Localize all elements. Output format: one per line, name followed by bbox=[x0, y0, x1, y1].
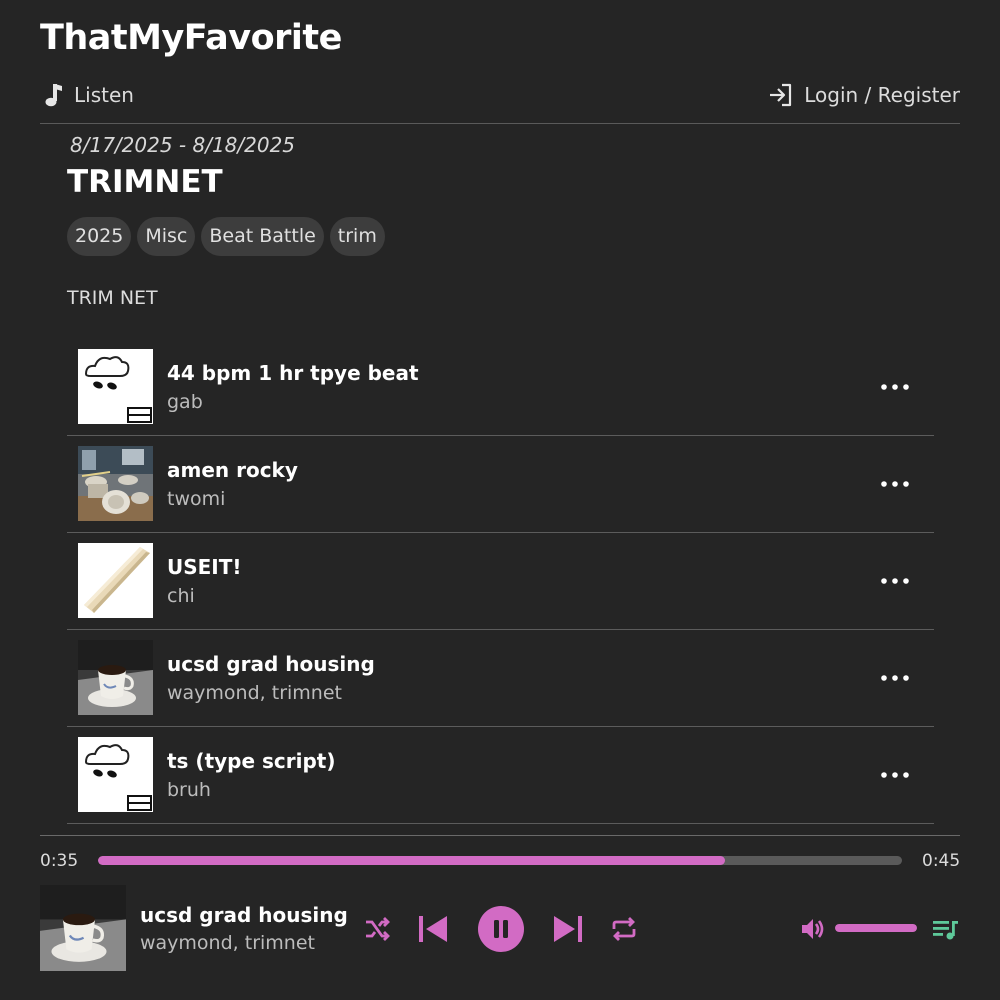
now-playing-title: ucsd grad housing bbox=[140, 903, 348, 927]
more-horizontal-icon[interactable] bbox=[878, 377, 912, 397]
total-duration: 0:45 bbox=[922, 851, 961, 871]
track-title: 44 bpm 1 hr tpye beat bbox=[167, 361, 419, 385]
skip-next-icon[interactable] bbox=[551, 912, 585, 946]
more-horizontal-icon[interactable] bbox=[878, 765, 912, 785]
pause-icon[interactable] bbox=[478, 906, 524, 952]
login-arrow-icon bbox=[768, 82, 794, 108]
track-artist: waymond, trimnet bbox=[167, 682, 342, 704]
track-artist: gab bbox=[167, 391, 203, 413]
more-horizontal-icon[interactable] bbox=[878, 474, 912, 494]
progress-bar[interactable] bbox=[98, 856, 902, 865]
music-note-icon bbox=[40, 82, 64, 108]
playlist-description: TRIM NET bbox=[67, 287, 158, 309]
track-title: amen rocky bbox=[167, 458, 298, 482]
now-playing-art bbox=[40, 885, 126, 971]
tag-list: 2025 Misc Beat Battle trim bbox=[67, 217, 385, 256]
track-row[interactable]: ucsd grad housing waymond, trimnet bbox=[67, 630, 934, 727]
repeat-icon[interactable] bbox=[609, 914, 639, 944]
cloud-art bbox=[78, 737, 153, 812]
skip-previous-icon[interactable] bbox=[416, 912, 450, 946]
track-title: USEIT! bbox=[167, 555, 242, 579]
tag-chip[interactable]: trim bbox=[329, 217, 385, 256]
tag-chip[interactable]: 2025 bbox=[67, 217, 132, 256]
track-row[interactable]: USEIT! chi bbox=[67, 533, 934, 630]
more-horizontal-icon[interactable] bbox=[878, 668, 912, 688]
drum-kit-art bbox=[78, 446, 153, 521]
track-row[interactable]: ts (type script) bruh bbox=[67, 727, 934, 824]
coffee-cup-art bbox=[78, 640, 153, 715]
listen-label: Listen bbox=[74, 83, 134, 107]
track-list: 44 bpm 1 hr tpye beat gab amen rocky two… bbox=[67, 339, 934, 824]
trim-molding-art bbox=[78, 543, 153, 618]
track-row[interactable]: 44 bpm 1 hr tpye beat gab bbox=[67, 339, 934, 436]
track-artist: bruh bbox=[167, 779, 211, 801]
volume-slider[interactable] bbox=[835, 924, 917, 932]
volume-icon[interactable] bbox=[798, 914, 828, 944]
volume-fill bbox=[835, 924, 917, 932]
track-title: ts (type script) bbox=[167, 749, 336, 773]
playlist-title: TRIMNET bbox=[67, 164, 223, 200]
tag-chip[interactable]: Misc bbox=[137, 217, 196, 256]
tag-chip[interactable]: Beat Battle bbox=[201, 217, 324, 256]
player-divider bbox=[40, 835, 960, 836]
login-register-link[interactable]: Login / Register bbox=[768, 82, 960, 108]
more-horizontal-icon[interactable] bbox=[878, 571, 912, 591]
progress-fill bbox=[98, 856, 726, 865]
now-playing-artist: waymond, trimnet bbox=[140, 932, 315, 954]
track-row[interactable]: amen rocky twomi bbox=[67, 436, 934, 533]
login-register-label: Login / Register bbox=[804, 83, 960, 107]
cloud-art bbox=[78, 349, 153, 424]
track-title: ucsd grad housing bbox=[167, 652, 375, 676]
listen-link[interactable]: Listen bbox=[40, 82, 134, 108]
top-nav: Listen Login / Register bbox=[40, 78, 960, 112]
elapsed-time: 0:35 bbox=[40, 851, 79, 871]
queue-music-icon[interactable] bbox=[930, 914, 960, 944]
track-artist: twomi bbox=[167, 488, 226, 510]
header-divider bbox=[40, 123, 960, 124]
date-range: 8/17/2025 - 8/18/2025 bbox=[70, 133, 296, 157]
app-title[interactable]: ThatMyFavorite bbox=[40, 18, 342, 58]
track-artist: chi bbox=[167, 585, 195, 607]
shuffle-icon[interactable] bbox=[362, 914, 392, 944]
